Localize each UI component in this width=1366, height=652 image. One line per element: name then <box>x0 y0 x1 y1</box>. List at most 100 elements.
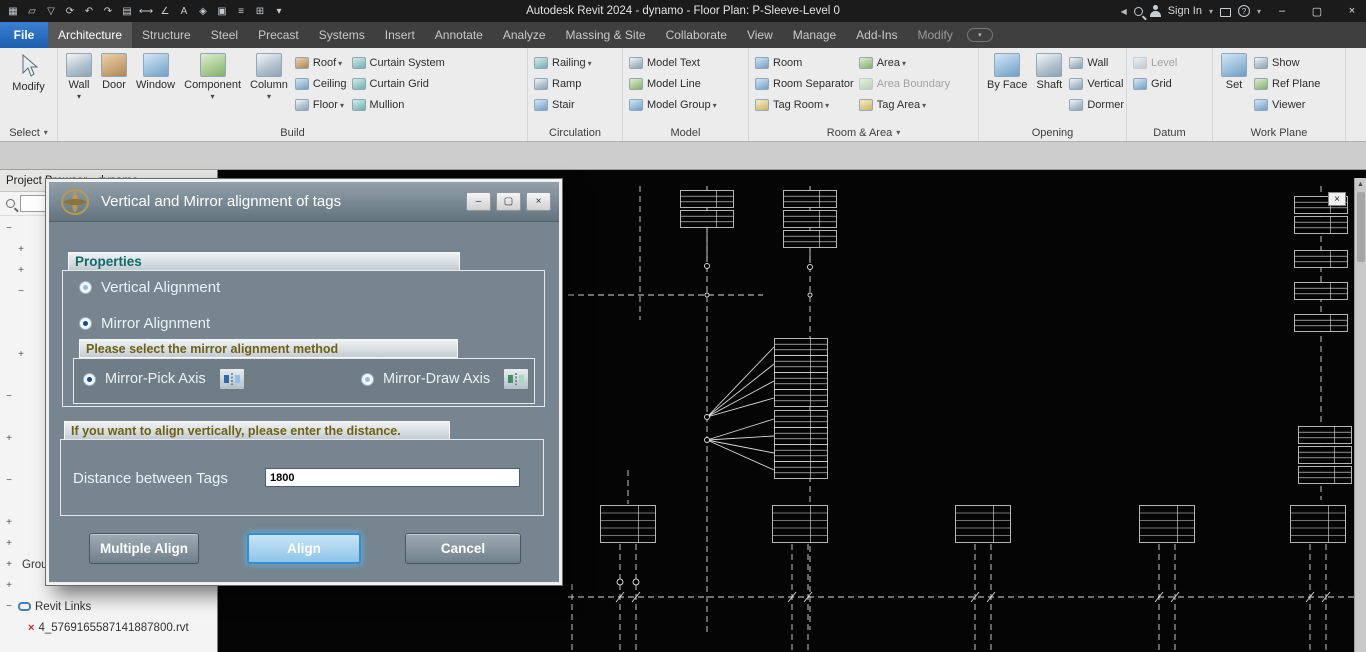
tab-structure[interactable]: Structure <box>132 22 201 48</box>
ceiling-button[interactable]: Ceiling <box>294 75 347 93</box>
panel-label-room-area[interactable]: Room & Area <box>749 124 978 141</box>
set-button[interactable]: Set <box>1219 51 1249 91</box>
room-button[interactable]: Room <box>755 54 854 72</box>
maximize-button[interactable]: ▢ <box>1303 0 1331 22</box>
panel-label-select[interactable]: Select <box>0 124 57 141</box>
undo-icon[interactable]: ↶ <box>80 3 98 19</box>
store-icon[interactable] <box>1219 8 1231 17</box>
sign-in-caret-icon[interactable]: ▾ <box>1209 7 1213 16</box>
radio-icon[interactable] <box>79 281 92 294</box>
tab-annotate[interactable]: Annotate <box>425 22 493 48</box>
panel-label-circulation[interactable]: Circulation <box>528 124 622 141</box>
tag-room-button[interactable]: Tag Room <box>755 96 854 114</box>
panel-label-datum[interactable]: Datum <box>1127 124 1212 141</box>
help-caret-icon[interactable]: ▾ <box>1257 7 1261 16</box>
distance-input[interactable] <box>265 468 520 487</box>
dialog-close-button[interactable]: × <box>526 192 551 211</box>
cancel-button[interactable]: Cancel <box>405 533 521 564</box>
tag-area-button[interactable]: Tag Area <box>858 96 950 114</box>
tree-expander-icon[interactable]: + <box>16 244 26 255</box>
tab-modify[interactable]: Modify <box>908 22 963 48</box>
dialog-title-bar[interactable]: Vertical and Mirror alignment of tags – … <box>49 182 559 222</box>
tree-expander-icon[interactable]: − <box>4 391 14 402</box>
print-icon[interactable]: ▤ <box>118 3 136 19</box>
multiple-align-button[interactable]: Multiple Align <box>89 533 199 564</box>
mirror-draw-axis-radio[interactable]: Mirror-Draw Axis <box>361 368 530 390</box>
tab-steel[interactable]: Steel <box>201 22 248 48</box>
tree-expander-icon[interactable]: − <box>4 223 14 234</box>
tree-row[interactable]: − Revit Links <box>0 596 217 617</box>
tab-analyze[interactable]: Analyze <box>493 22 556 48</box>
panel-label-work-plane[interactable]: Work Plane <box>1213 124 1345 141</box>
dialog-maximize-button[interactable]: ▢ <box>496 192 521 211</box>
radio-icon[interactable] <box>79 317 92 330</box>
tab-architecture[interactable]: Architecture <box>48 22 133 48</box>
shaft-button[interactable]: Shaft <box>1034 51 1064 91</box>
model-text-button[interactable]: Model Text <box>629 54 717 72</box>
tree-expander-icon[interactable]: + <box>16 265 26 276</box>
railing-button[interactable]: Railing <box>534 54 592 72</box>
tree-expander-icon[interactable]: + <box>4 559 14 570</box>
area-button[interactable]: Area <box>858 54 950 72</box>
mirror-draw-axis-icon-button[interactable] <box>503 368 530 390</box>
panel-label-opening[interactable]: Opening <box>979 124 1126 141</box>
tab-file[interactable]: File <box>0 22 48 48</box>
ribbon-display-toggle-icon[interactable]: ▾ <box>966 28 993 42</box>
close-button[interactable]: × <box>1338 0 1366 22</box>
by-face-button[interactable]: By Face <box>985 51 1029 91</box>
panel-label-model[interactable]: Model <box>623 124 748 141</box>
mullion-button[interactable]: Mullion <box>351 96 445 114</box>
section-icon[interactable]: ▣ <box>213 3 231 19</box>
3d-view-icon[interactable]: ◈ <box>194 3 212 19</box>
tree-expander-icon[interactable]: − <box>16 286 26 297</box>
ramp-button[interactable]: Ramp <box>534 75 592 93</box>
app-grid-icon[interactable]: ▦ <box>4 3 22 19</box>
help-icon[interactable] <box>1237 5 1250 17</box>
vertical-alignment-radio[interactable]: Vertical Alignment <box>79 279 220 296</box>
wall-button[interactable]: Wall <box>64 51 94 100</box>
switch-windows-icon[interactable]: ⊞ <box>251 3 269 19</box>
vertical-opening-button[interactable]: Vertical <box>1069 75 1124 93</box>
collapse-arrow-icon[interactable]: ◀ <box>1121 7 1127 16</box>
tree-expander-icon[interactable]: + <box>4 538 14 549</box>
open-file-icon[interactable]: ▱ <box>23 3 41 19</box>
vertical-scrollbar[interactable]: ▲ <box>1354 178 1366 652</box>
tab-insert[interactable]: Insert <box>375 22 425 48</box>
door-button[interactable]: Door <box>99 51 129 91</box>
panel-label-build[interactable]: Build <box>58 124 527 141</box>
redo-icon[interactable]: ↷ <box>99 3 117 19</box>
mirror-pick-axis-icon-button[interactable] <box>218 368 245 390</box>
area-boundary-button[interactable]: Area Boundary <box>858 75 950 93</box>
sign-in-button[interactable]: Sign In <box>1168 5 1202 17</box>
tab-precast[interactable]: Precast <box>248 22 309 48</box>
component-button[interactable]: Component <box>182 51 243 100</box>
wall-opening-button[interactable]: Wall <box>1069 54 1124 72</box>
minimize-button[interactable]: – <box>1268 0 1296 22</box>
scrollbar-thumb[interactable] <box>1356 192 1365 262</box>
measure-icon[interactable]: ⟷ <box>137 3 155 19</box>
tab-add-ins[interactable]: Add-Ins <box>846 22 907 48</box>
mirror-pick-axis-radio[interactable]: Mirror-Pick Axis <box>83 368 245 390</box>
tree-expander-icon[interactable]: + <box>4 580 14 591</box>
stair-button[interactable]: Stair <box>534 96 592 114</box>
tab-systems[interactable]: Systems <box>309 22 375 48</box>
tree-row[interactable]: 4_5769165587141887800.rvt <box>0 617 217 638</box>
tab-collaborate[interactable]: Collaborate <box>656 22 737 48</box>
mirror-alignment-radio[interactable]: Mirror Alignment <box>79 315 210 332</box>
window-button[interactable]: Window <box>134 51 177 91</box>
customize-qat-icon[interactable]: ▾ <box>270 3 288 19</box>
model-group-button[interactable]: Model Group <box>629 96 717 114</box>
radio-icon[interactable] <box>361 372 374 386</box>
roof-button[interactable]: Roof <box>294 54 347 72</box>
grid-button[interactable]: Grid <box>1133 75 1177 93</box>
tree-expander-icon[interactable]: + <box>4 433 14 444</box>
tree-expander-icon[interactable]: + <box>16 349 26 360</box>
room-separator-button[interactable]: Room Separator <box>755 75 854 93</box>
dormer-button[interactable]: Dormer <box>1069 96 1124 114</box>
tree-expander-icon[interactable]: − <box>4 475 14 486</box>
viewer-button[interactable]: Viewer <box>1254 96 1320 114</box>
floor-button[interactable]: Floor <box>294 96 347 114</box>
align-button[interactable]: Align <box>247 533 361 564</box>
curtain-system-button[interactable]: Curtain System <box>351 54 445 72</box>
thin-lines-icon[interactable]: ≡ <box>232 3 250 19</box>
